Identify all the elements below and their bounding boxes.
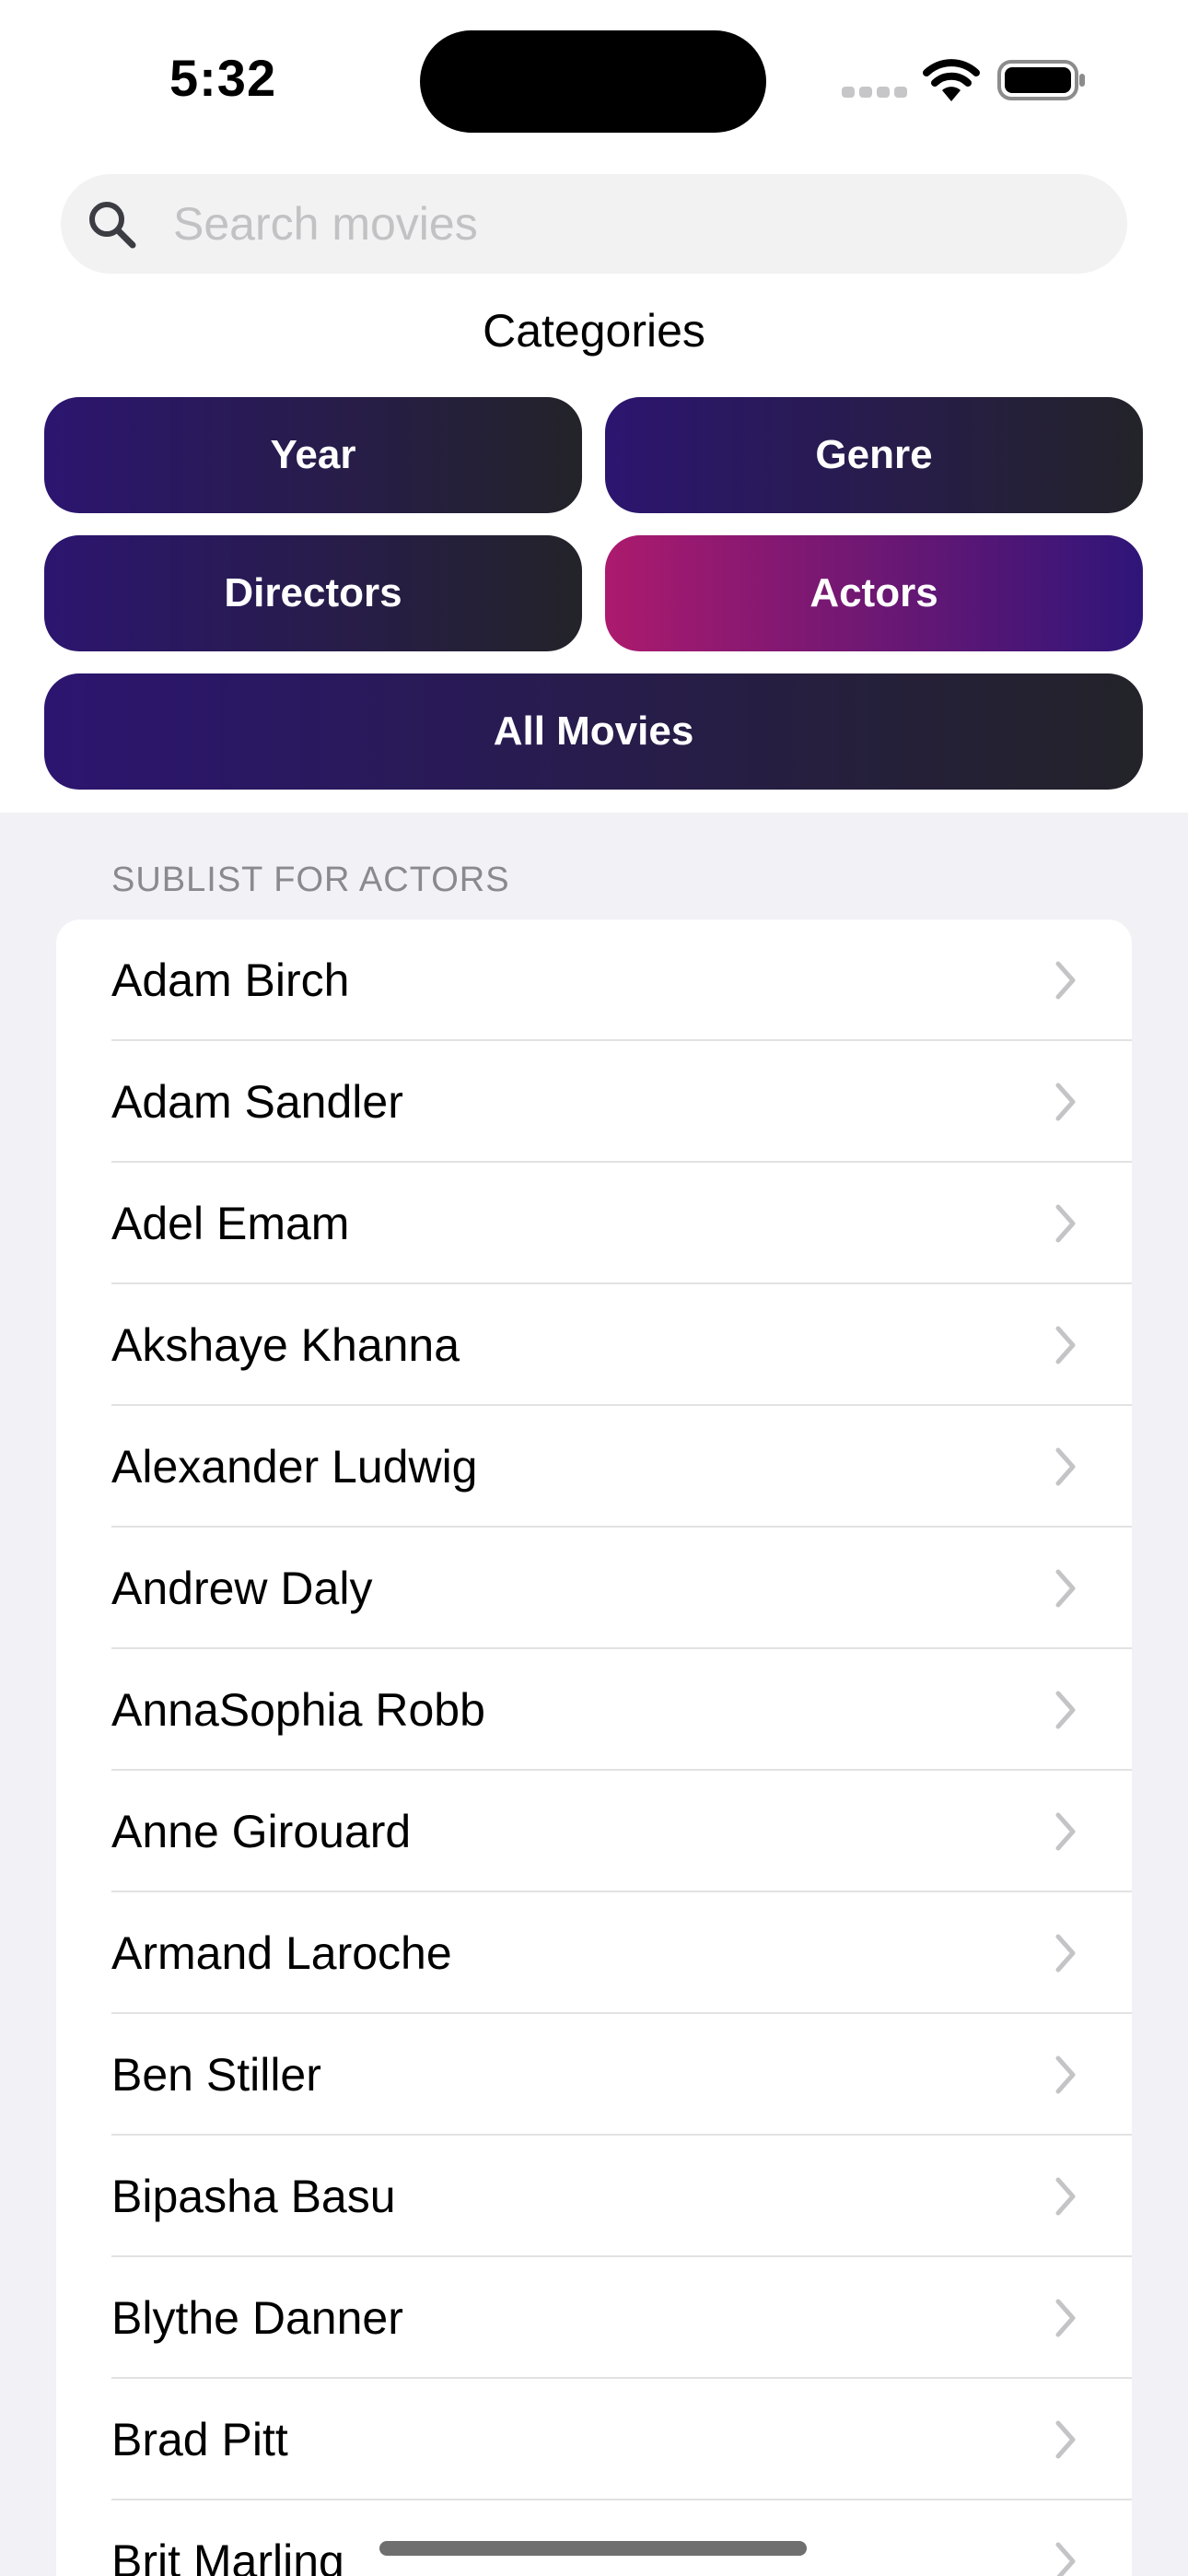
chevron-right-icon <box>1055 1204 1076 1243</box>
list-item-label: AnnaSophia Robb <box>111 1684 485 1736</box>
list-item[interactable]: Adam Sandler <box>56 1041 1132 1163</box>
chevron-right-icon <box>1055 961 1076 1000</box>
list-item[interactable]: Brad Pitt <box>56 2379 1132 2500</box>
list-item-label: Brad Pitt <box>111 2414 288 2465</box>
search-input[interactable] <box>173 174 1094 274</box>
list-item[interactable]: Akshaye Khanna <box>56 1284 1132 1406</box>
actors-button[interactable]: Actors <box>605 535 1143 651</box>
list-item-label: Andrew Daly <box>111 1563 373 1614</box>
section-header: SUBLIST FOR ACTORS <box>111 861 510 899</box>
chevron-right-icon <box>1055 2542 1076 2576</box>
chevron-right-icon <box>1055 1447 1076 1486</box>
search-icon <box>89 202 136 249</box>
chevron-right-icon <box>1055 1691 1076 1729</box>
year-button[interactable]: Year <box>44 397 582 513</box>
status-bar: 5:32 <box>0 0 1188 157</box>
home-indicator[interactable] <box>379 2541 807 2556</box>
list-item-label: Armand Laroche <box>111 1927 452 1979</box>
categories-title: Categories <box>483 305 705 357</box>
list-item-label: Anne Girouard <box>111 1806 412 1857</box>
search-bar[interactable] <box>61 174 1127 274</box>
list-item[interactable]: Adam Birch <box>56 919 1132 1041</box>
list-item-label: Adam Birch <box>111 954 350 1006</box>
list-item-label: Brit Marling <box>111 2535 344 2576</box>
list-item[interactable]: Blythe Danner <box>56 2257 1132 2379</box>
list-item[interactable]: Bipasha Basu <box>56 2136 1132 2257</box>
list-item-label: Bipasha Basu <box>111 2171 396 2222</box>
actors-list: Adam Birch Adam Sandler Adel Emam Akshaye K… <box>56 919 1132 2576</box>
list-item-label: Adam Sandler <box>111 1076 403 1128</box>
all-movies-button[interactable]: All Movies <box>44 673 1143 790</box>
list-item[interactable]: Anne Girouard <box>56 1771 1132 1892</box>
screen: 5:32 Categories Year Genre Directors Act… <box>0 0 1188 2576</box>
wifi-icon <box>923 59 980 101</box>
dynamic-island <box>420 30 766 133</box>
list-item-label: Ben Stiller <box>111 2049 321 2101</box>
list-item-label: Blythe Danner <box>111 2292 403 2344</box>
list-item[interactable]: Brit Marling <box>56 2500 1132 2576</box>
chevron-right-icon <box>1055 2299 1076 2337</box>
list-item-label: Adel Emam <box>111 1198 350 1249</box>
cellular-signal-icon <box>842 87 908 98</box>
chevron-right-icon <box>1055 1083 1076 1121</box>
status-time: 5:32 <box>169 49 277 107</box>
chevron-right-icon <box>1055 2055 1076 2094</box>
list-item[interactable]: Andrew Daly <box>56 1528 1132 1649</box>
directors-button[interactable]: Directors <box>44 535 582 651</box>
genre-button[interactable]: Genre <box>605 397 1143 513</box>
chevron-right-icon <box>1055 1812 1076 1851</box>
list-item[interactable]: Armand Laroche <box>56 1892 1132 2014</box>
list-item[interactable]: Alexander Ludwig <box>56 1406 1132 1528</box>
list-item[interactable]: Adel Emam <box>56 1163 1132 1284</box>
list-item[interactable]: AnnaSophia Robb <box>56 1649 1132 1771</box>
battery-icon <box>997 60 1085 100</box>
list-item-label: Akshaye Khanna <box>111 1319 460 1371</box>
chevron-right-icon <box>1055 2177 1076 2216</box>
chevron-right-icon <box>1055 1326 1076 1364</box>
chevron-right-icon <box>1055 1569 1076 1608</box>
list-item-label: Alexander Ludwig <box>111 1441 478 1493</box>
list-item[interactable]: Ben Stiller <box>56 2014 1132 2136</box>
chevron-right-icon <box>1055 2420 1076 2459</box>
chevron-right-icon <box>1055 1934 1076 1973</box>
